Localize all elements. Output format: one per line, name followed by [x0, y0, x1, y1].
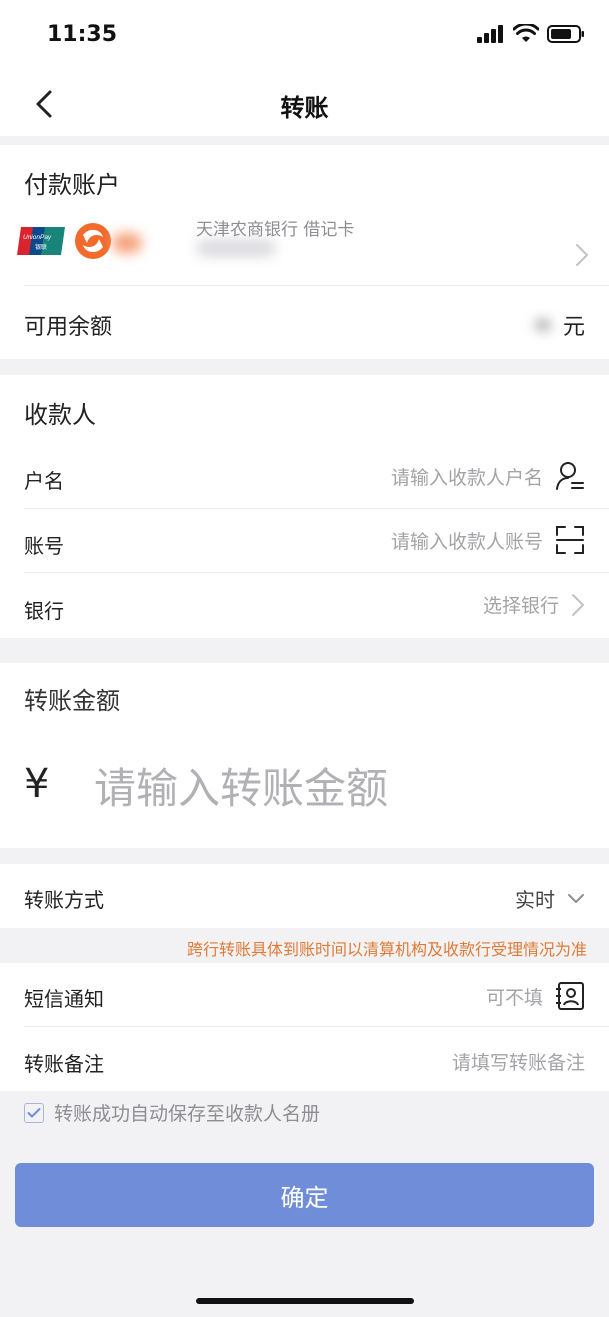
- chevron-down-icon: [568, 893, 584, 903]
- page-title: 转账: [280, 94, 329, 122]
- svg-text:UnionPay: UnionPay: [23, 234, 52, 241]
- payee-title: 收款人: [24, 401, 96, 429]
- chevron-right-icon: [572, 593, 584, 616]
- signal-icon: [477, 25, 503, 43]
- amount-title: 转账金额: [24, 687, 120, 715]
- address-book-icon[interactable]: [555, 981, 585, 1011]
- payment-account-title: 付款账户: [24, 171, 120, 199]
- checkmark-icon: [27, 1107, 41, 1117]
- scan-icon[interactable]: [555, 525, 585, 555]
- unionpay-logo-icon: UnionPay 银联: [17, 227, 65, 255]
- sms-field[interactable]: 可不填: [486, 981, 585, 1011]
- amount-card: 转账金额 ¥ 请输入转账金额: [0, 663, 609, 848]
- transfer-notice: 跨行转账具体到账时间以清算机构及收款行受理情况为准: [186, 940, 587, 959]
- save-payee-checkbox[interactable]: [24, 1102, 44, 1123]
- sms-input[interactable]: 可不填: [486, 983, 543, 1010]
- payee-card: 收款人 户名 请输入收款人户名 账号 请输入收款人账号 银行 选择银行: [0, 375, 609, 638]
- save-payee-label: 转账成功自动保存至收款人名册: [54, 1103, 321, 1125]
- status-bar: 11:35: [0, 0, 609, 72]
- payee-account-input[interactable]: 请输入收款人账号: [391, 527, 543, 554]
- bank-logo-icon: [75, 223, 111, 259]
- balance-amount-masked: [534, 320, 551, 330]
- account-holder-masked: [196, 239, 276, 257]
- transfer-method-label: 转账方式: [24, 888, 104, 912]
- svg-text:银联: 银联: [35, 243, 47, 251]
- battery-icon: [547, 25, 584, 43]
- payee-account-field[interactable]: 请输入收款人账号: [391, 525, 585, 555]
- remark-field[interactable]: 请填写转账备注: [452, 1048, 585, 1075]
- transfer-method-card: 转账方式 实时: [0, 864, 609, 928]
- extra-info-card: 短信通知 可不填 转账备注 请填写转账备注: [0, 963, 609, 1091]
- divider: [24, 1026, 609, 1027]
- bank-name: 天津农商银行 借记卡: [196, 220, 355, 240]
- divider: [24, 572, 609, 573]
- status-icons: [477, 24, 585, 44]
- chevron-right-icon: [576, 244, 588, 266]
- payee-name-input[interactable]: 请输入收款人户名: [391, 463, 543, 490]
- transfer-method-value: 实时: [515, 888, 555, 912]
- balance-unit: 元: [562, 315, 585, 340]
- wifi-icon: [513, 24, 539, 42]
- remark-label: 转账备注: [24, 1052, 104, 1076]
- confirm-button[interactable]: 确定: [15, 1163, 594, 1227]
- save-payee-row: 转账成功自动保存至收款人名册: [24, 1099, 320, 1126]
- transfer-method-selector[interactable]: 实时: [515, 884, 585, 913]
- status-time: 11:35: [47, 22, 118, 47]
- payee-name-field[interactable]: 请输入收款人户名: [391, 460, 585, 492]
- divider: [24, 285, 609, 286]
- payee-account-label: 账号: [24, 534, 64, 558]
- sms-label: 短信通知: [24, 987, 104, 1011]
- balance-value: 元: [534, 309, 585, 341]
- currency-symbol: ¥: [24, 761, 50, 807]
- nav-bar: 转账: [0, 72, 609, 136]
- payee-bank-label: 银行: [24, 599, 64, 623]
- divider: [24, 508, 609, 509]
- payment-account-selector[interactable]: UnionPay 银联 天津农商银行 借记卡: [0, 205, 609, 285]
- payee-bank-selector[interactable]: 选择银行: [483, 591, 585, 618]
- account-number-masked: [112, 233, 142, 253]
- remark-input[interactable]: 请填写转账备注: [452, 1048, 585, 1075]
- home-indicator: [196, 1298, 414, 1304]
- payment-account-card: 付款账户 UnionPay 银联 天津农商银行 借记卡 可用余额 元: [0, 145, 609, 359]
- balance-label: 可用余额: [24, 315, 113, 340]
- payee-bank-value: 选择银行: [482, 595, 559, 617]
- contact-list-icon[interactable]: [555, 460, 585, 492]
- payee-name-label: 户名: [24, 469, 64, 493]
- amount-input[interactable]: 请输入转账金额: [94, 755, 574, 816]
